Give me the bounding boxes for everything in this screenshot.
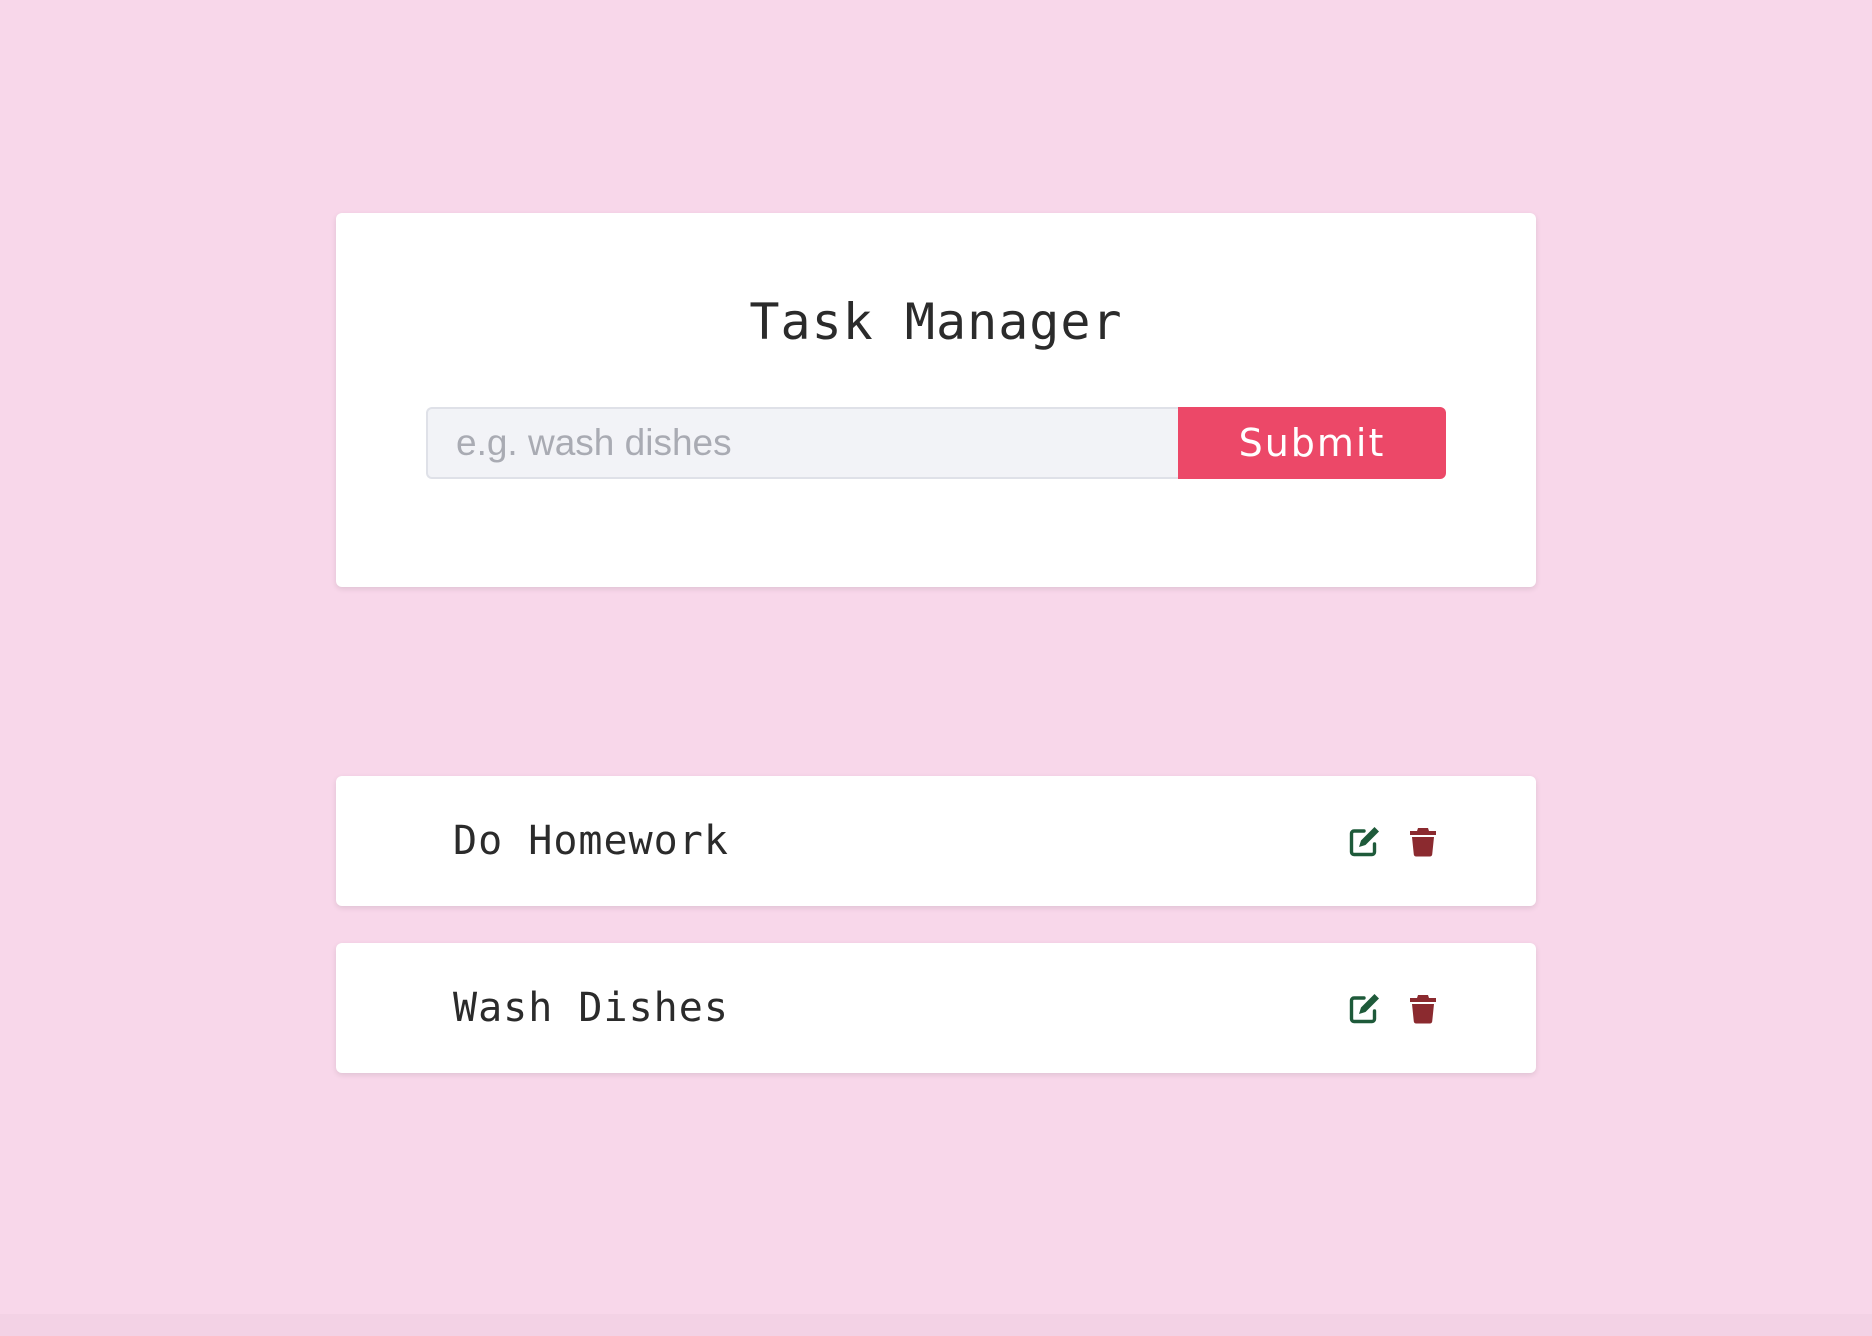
page-title: Task Manager [749, 293, 1123, 351]
task-item: Wash Dishes [336, 943, 1536, 1073]
delete-button[interactable] [1405, 823, 1441, 859]
task-label: Wash Dishes [453, 985, 729, 1031]
task-item: Do Homework [336, 776, 1536, 906]
delete-button[interactable] [1405, 990, 1441, 1026]
edit-icon [1349, 827, 1379, 857]
page-bottom-strip [0, 1314, 1872, 1336]
submit-button[interactable]: Submit [1178, 407, 1446, 479]
task-label: Do Homework [453, 818, 729, 864]
trash-icon [1410, 995, 1436, 1024]
edit-button[interactable] [1347, 990, 1383, 1026]
task-input[interactable] [426, 407, 1178, 479]
task-form: Submit [426, 407, 1446, 479]
trash-icon [1410, 828, 1436, 857]
edit-button[interactable] [1347, 823, 1383, 859]
task-form-card [336, 213, 1536, 587]
edit-icon [1349, 994, 1379, 1024]
